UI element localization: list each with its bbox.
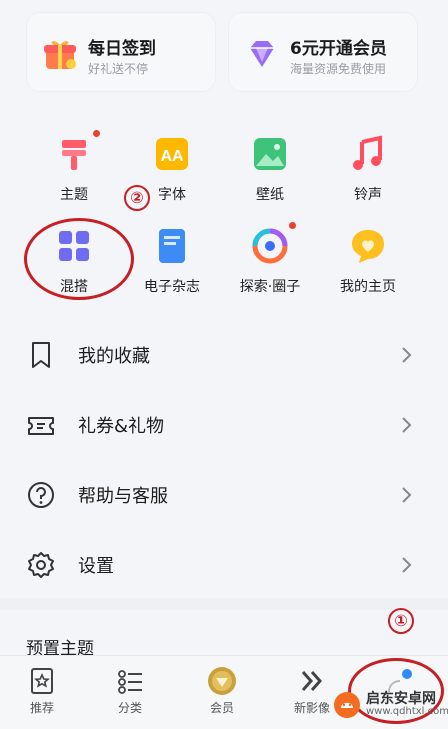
magazine-icon bbox=[159, 229, 185, 263]
grid-label-emagazine: 电子杂志 bbox=[144, 279, 200, 295]
menu-item-favorites[interactable]: 我的收藏 bbox=[0, 320, 448, 390]
font-icon: AA bbox=[156, 138, 188, 170]
vip-card[interactable]: 6元开通会员 海量资源免费使用 bbox=[228, 12, 418, 92]
grid-label-theme: 主题 bbox=[60, 187, 88, 203]
watermark: 启东安卓网 www.qdhtxl.com bbox=[332, 688, 448, 722]
explore-badge bbox=[289, 222, 296, 229]
menu-label-coupons-gifts: 礼券&礼物 bbox=[78, 416, 165, 437]
menu-item-coupons-gifts[interactable]: 礼券&礼物 bbox=[0, 390, 448, 460]
daily-checkin-card[interactable]: 每日签到 好礼送不停 bbox=[26, 12, 216, 92]
grid-item-emagazine[interactable]: 电子杂志 bbox=[122, 226, 222, 296]
grid-label-explore-circle: 探索·圈子 bbox=[239, 279, 301, 295]
theme-badge bbox=[93, 130, 100, 137]
tab-recommend[interactable]: 推荐 bbox=[2, 656, 82, 729]
grid-item-wallpaper[interactable]: 壁纸 bbox=[220, 134, 320, 204]
checkin-title: 每日签到 bbox=[88, 39, 156, 59]
double-chevron-icon bbox=[301, 671, 323, 691]
bookmark-icon bbox=[32, 342, 50, 368]
grid-label-my-homepage: 我的主页 bbox=[340, 279, 396, 295]
explore-circle-icon bbox=[252, 228, 288, 264]
gift-icon bbox=[44, 41, 76, 69]
menu-item-help-support[interactable]: 帮助与客服 bbox=[0, 460, 448, 530]
gear-icon bbox=[28, 552, 54, 578]
tab-label-recommend: 推荐 bbox=[29, 701, 54, 715]
svg-text:AA: AA bbox=[160, 148, 184, 165]
menu-label-favorites: 我的收藏 bbox=[78, 346, 150, 367]
star-bookmark-icon bbox=[31, 668, 53, 694]
vip-title: 6元开通会员 bbox=[290, 39, 387, 59]
menu-label-settings: 设置 bbox=[78, 556, 114, 577]
watermark-name: 启东安卓网 bbox=[366, 691, 436, 707]
music-note-icon bbox=[353, 135, 382, 170]
menu-item-settings[interactable]: 设置 bbox=[0, 530, 448, 600]
grid-item-my-homepage[interactable]: 我的主页 bbox=[318, 226, 418, 296]
wallpaper-icon bbox=[254, 138, 286, 170]
list-icon bbox=[118, 670, 142, 694]
tab-label-category: 分类 bbox=[117, 701, 142, 715]
menu-label-help-support: 帮助与客服 bbox=[78, 486, 168, 507]
grid-item-ringtone[interactable]: 铃声 bbox=[318, 134, 418, 204]
tab-category[interactable]: 分类 bbox=[90, 656, 170, 729]
help-icon bbox=[28, 482, 54, 508]
annotation-number-one: ① bbox=[388, 608, 414, 634]
chevron-right-icon bbox=[402, 417, 412, 433]
paint-brush-icon bbox=[62, 140, 86, 170]
watermark-url: www.qdhtxl.com bbox=[366, 706, 448, 717]
chevron-right-icon bbox=[402, 487, 412, 503]
chevron-right-icon bbox=[402, 347, 412, 363]
section-divider bbox=[0, 598, 448, 610]
checkin-subtitle: 好礼送不停 bbox=[88, 62, 149, 76]
vip-subtitle: 海量资源免费使用 bbox=[290, 62, 387, 76]
chevron-right-icon bbox=[402, 557, 412, 573]
coupon-icon bbox=[28, 417, 54, 435]
heart-bubble-icon bbox=[352, 230, 384, 263]
member-coin-icon bbox=[208, 667, 236, 695]
grid-label-ringtone: 铃声 bbox=[354, 187, 382, 203]
annotation-circle-mix bbox=[24, 218, 134, 300]
tab-member[interactable]: 会员 bbox=[182, 656, 262, 729]
tab-label-member: 会员 bbox=[209, 701, 234, 715]
watermark-logo-icon bbox=[334, 692, 360, 718]
grid-item-theme[interactable]: 主题 bbox=[24, 130, 124, 204]
grid-item-explore-circle[interactable]: 探索·圈子 bbox=[220, 222, 320, 296]
diamond-icon bbox=[250, 41, 274, 67]
grid-label-wallpaper: 壁纸 bbox=[256, 187, 284, 203]
annotation-number-two: ② bbox=[124, 185, 150, 211]
